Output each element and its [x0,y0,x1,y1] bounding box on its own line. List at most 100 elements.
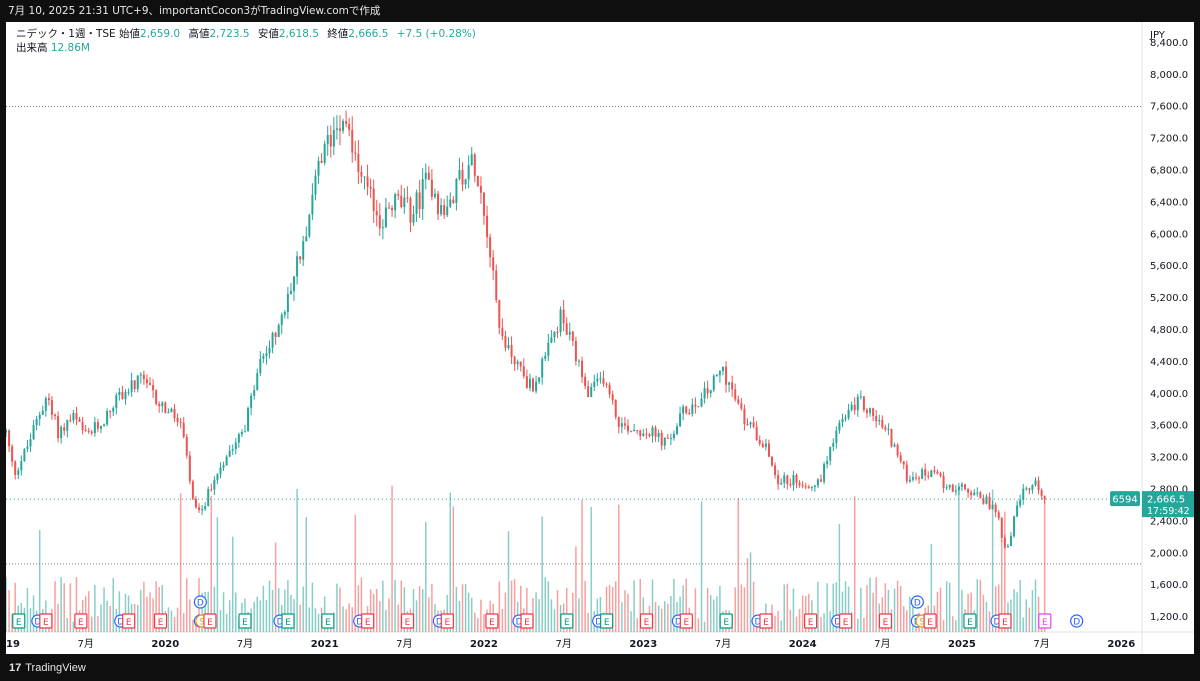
volume-bar [948,582,951,632]
candle-body [185,436,188,456]
candle-body [792,475,795,486]
candle-body [547,342,550,356]
candle-body [501,327,504,337]
volume-bar [636,618,638,632]
tradingview-logo[interactable]: 17 TradingView [9,661,86,675]
volume-bar [391,485,393,632]
volume-bar [774,615,776,632]
candle-body [1019,499,1022,506]
candle-body [277,324,280,337]
y-tick-label: 4,000.0 [1150,389,1188,400]
price-chart[interactable]: 1,200.01,600.02,000.02,400.02,800.03,200… [6,22,1194,654]
candle-body [749,422,752,425]
chart-panel[interactable]: 1,200.0 1,600.0 2,000.0 2,400.0 2,800.0 3,200… [6,22,1194,654]
candle-body [1034,480,1037,486]
currency-label[interactable]: JPY [1149,30,1166,41]
candle-body [20,461,23,471]
volume-bar [186,578,188,632]
candle-body [605,383,608,385]
volume-bar [57,604,59,632]
x-tick-label: 7月 [874,638,890,650]
volume-bar [146,596,148,632]
volume-bar [470,597,473,632]
volume-bar [786,583,789,632]
volume-bar [385,609,387,632]
volume-bar [798,608,801,632]
candle-body [81,421,84,430]
candle-body [593,381,596,387]
candle-body [850,404,853,410]
volume-bar [259,600,262,632]
candle-body [433,193,436,197]
legend-ohlc-row: ニデック・1週・TSE 始値2,659.0 高値2,723.5 安値2,618.… [16,27,481,41]
volume-bar [262,585,265,632]
volume-bar [538,599,540,632]
volume-bar [235,592,237,632]
candle-body [149,383,152,385]
x-tick-label: 2021 [311,639,339,650]
volume-bar [103,587,105,632]
volume-bar [339,587,341,632]
header-caption: 7月 10, 2025 21:31 UTC+9、importantCocon3が… [0,0,1200,22]
candle-body [816,479,819,486]
candle-body [35,418,38,426]
candle-body [449,199,452,207]
volume-bar [982,594,985,632]
candle-body [458,170,461,179]
candle-body [715,374,718,376]
candle-body [222,465,225,468]
candle-body [482,192,485,216]
x-tick-label: 7月 [1033,638,1049,650]
candle-body [326,134,329,144]
candle-body [274,332,277,337]
symbol-title[interactable]: ニデック・1週・TSE [16,28,116,40]
candle-body [112,408,115,412]
volume-bar [630,611,632,632]
candle-body [553,331,556,338]
close-label: 終値 [327,28,349,40]
candle-body [271,332,274,348]
volume-bar [311,582,314,632]
volume-bar [345,609,347,632]
volume-bar [988,611,991,632]
volume-bar [314,608,317,632]
candle-body [682,406,685,414]
candle-body [179,421,182,423]
candle-body [979,492,982,499]
candle-body [170,408,173,413]
candle-body [250,395,253,408]
candle-body [875,416,878,422]
low-value: 2,618.5 [278,28,319,40]
candle-body [421,179,424,210]
candle-body [841,419,844,423]
candle-body [394,194,397,211]
volume-bar [700,501,703,632]
volume-bar [140,589,142,632]
candle-body [847,409,850,418]
volume-bar [743,587,746,632]
candle-body [795,475,798,483]
volume-bar [823,613,825,632]
volume-bar [317,613,320,632]
y-tick-label: 2,400.0 [1150,516,1188,527]
x-tick-label: 2023 [629,639,657,650]
candle-body [651,427,654,437]
volume-bar [256,596,258,632]
volume-bar [253,601,255,632]
candle-body [663,437,666,446]
volume-bar [170,610,173,632]
candle-body [437,193,440,215]
volume-bar [740,584,743,632]
candle-body [620,423,623,427]
volume-bar [69,583,72,632]
candle-body [115,395,118,409]
volume-bar [581,499,583,632]
candle-body [725,366,728,385]
y-tick-label: 1,600.0 [1150,580,1188,591]
volume-bar [1028,607,1031,632]
x-tick-label: 7月 [396,638,412,650]
candle-body [798,482,801,486]
candle-body [1022,488,1025,500]
candle-body [1006,546,1009,548]
volume-bar [498,581,501,632]
